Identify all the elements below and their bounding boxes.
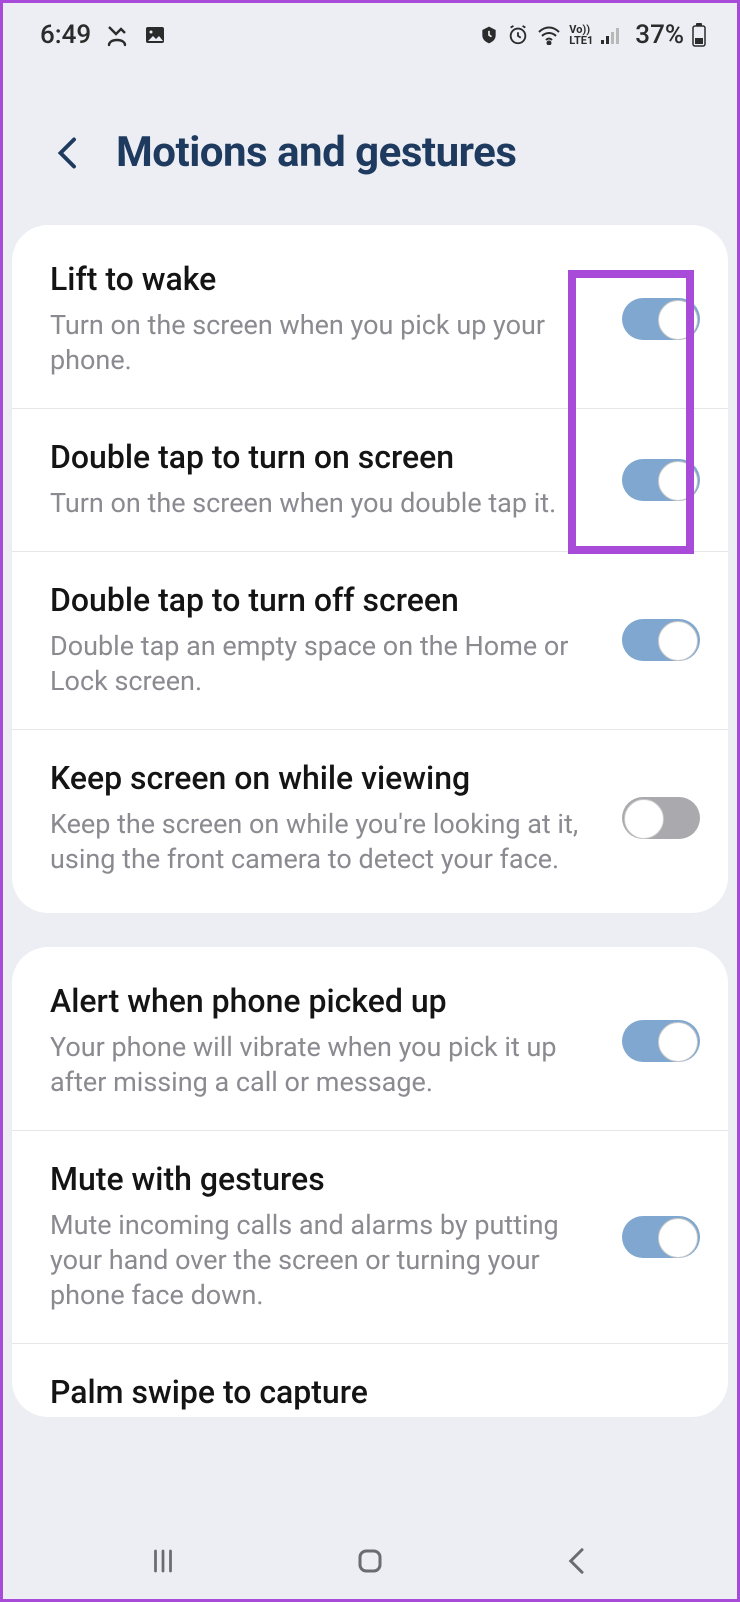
page-header: Motions and gestures <box>0 58 740 225</box>
status-time: 6:49 <box>40 20 91 50</box>
app-update-icon <box>479 25 499 45</box>
alarm-icon <box>507 24 529 46</box>
row-lift-to-wake[interactable]: Lift to wake Turn on the screen when you… <box>12 231 728 409</box>
toggle-double-tap-off[interactable] <box>622 619 700 661</box>
nav-back-button[interactable] <box>553 1537 601 1585</box>
row-title: Alert when phone picked up <box>50 983 600 1020</box>
toggle-mute-gestures[interactable] <box>622 1216 700 1258</box>
toggle-double-tap-on[interactable] <box>622 459 700 501</box>
battery-icon <box>692 23 706 47</box>
row-double-tap-off[interactable]: Double tap to turn off screen Double tap… <box>12 552 728 730</box>
row-palm-swipe[interactable]: Palm swipe to capture <box>12 1344 728 1411</box>
row-title: Keep screen on while viewing <box>50 760 600 797</box>
row-mute-gestures[interactable]: Mute with gestures Mute incoming calls a… <box>12 1131 728 1344</box>
battery-percent: 37% <box>635 20 684 50</box>
wifi-icon <box>537 25 561 45</box>
row-subtitle: Keep the screen on while you're looking … <box>50 807 600 877</box>
settings-group-2: Alert when phone picked up Your phone wi… <box>12 947 728 1417</box>
missed-call-icon <box>105 23 129 47</box>
toggle-keep-screen-on[interactable] <box>622 797 700 839</box>
toggle-alert-picked-up[interactable] <box>622 1020 700 1062</box>
row-title: Palm swipe to capture <box>50 1374 678 1411</box>
row-title: Lift to wake <box>50 261 600 298</box>
settings-group-1: Lift to wake Turn on the screen when you… <box>12 225 728 913</box>
row-keep-screen-on[interactable]: Keep screen on while viewing Keep the sc… <box>12 730 728 907</box>
row-subtitle: Turn on the screen when you double tap i… <box>50 486 600 521</box>
volte-icon: Vo))LTE1 <box>569 24 593 46</box>
nav-home-button[interactable] <box>346 1537 394 1585</box>
row-alert-picked-up[interactable]: Alert when phone picked up Your phone wi… <box>12 953 728 1131</box>
status-bar: 6:49 Vo))LTE1 37% <box>0 0 740 58</box>
row-title: Mute with gestures <box>50 1161 600 1198</box>
nav-recents-button[interactable] <box>139 1537 187 1585</box>
row-double-tap-on[interactable]: Double tap to turn on screen Turn on the… <box>12 409 728 552</box>
signal-icon <box>601 26 623 44</box>
row-subtitle: Mute incoming calls and alarms by puttin… <box>50 1208 600 1313</box>
image-icon <box>143 23 167 47</box>
system-nav-bar <box>0 1530 740 1602</box>
toggle-lift-to-wake[interactable] <box>622 298 700 340</box>
row-subtitle: Your phone will vibrate when you pick it… <box>50 1030 600 1100</box>
back-button[interactable] <box>50 135 86 171</box>
row-title: Double tap to turn on screen <box>50 439 600 476</box>
row-subtitle: Turn on the screen when you pick up your… <box>50 308 600 378</box>
page-title: Motions and gestures <box>116 128 516 177</box>
row-title: Double tap to turn off screen <box>50 582 600 619</box>
row-subtitle: Double tap an empty space on the Home or… <box>50 629 600 699</box>
